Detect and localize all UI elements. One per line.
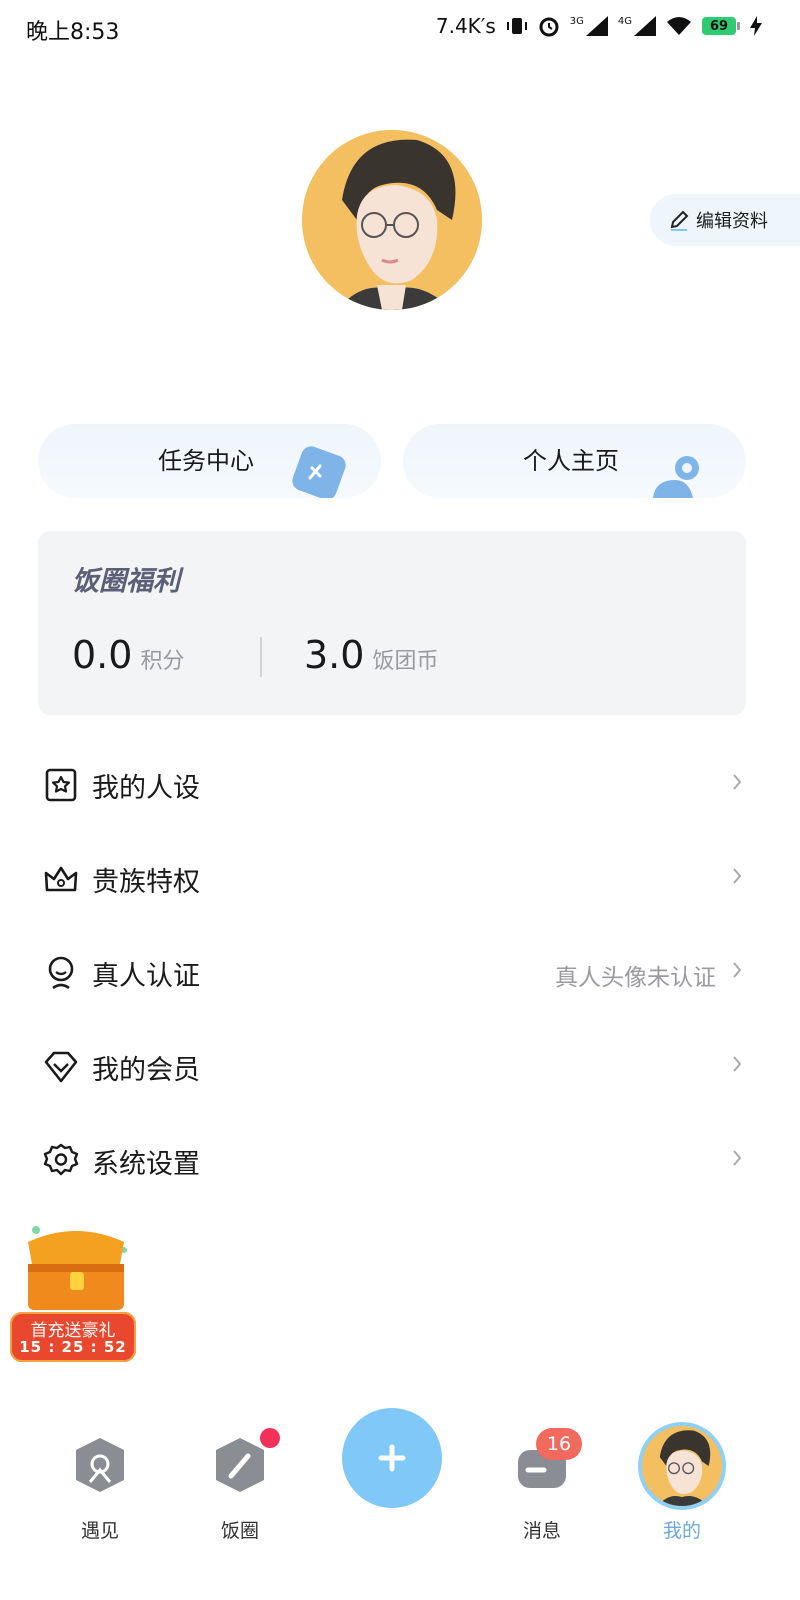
signal-3g-icon: 3G (570, 16, 608, 36)
diamond-icon (44, 1051, 78, 1083)
nav-label: 饭圈 (220, 1520, 259, 1542)
coins-unit: 饭团币 (372, 649, 439, 674)
nav-label: 遇见 (80, 1520, 119, 1542)
persona-icon (45, 768, 77, 802)
profile-avatar[interactable] (302, 130, 482, 310)
personal-homepage-card[interactable]: 个人主页 (403, 424, 746, 498)
menu-label: 系统设置 (92, 1149, 200, 1180)
chevron-right-icon (733, 962, 742, 978)
treasure-chest-icon (28, 1226, 127, 1310)
coins-value: 3.0 (304, 633, 365, 677)
promo-countdown: 15 : 25 : 52 (19, 1338, 127, 1356)
chevron-right-icon (733, 774, 742, 790)
status-icons: 7.4K′s 3G 4G 69 (436, 14, 762, 38)
chevron-right-icon (733, 1150, 742, 1166)
menu-item-persona[interactable]: 我的人设 (0, 742, 784, 836)
fan-circle-icon (216, 1438, 264, 1492)
alarm-icon (539, 17, 559, 37)
coins-stat[interactable]: 3.0 饭团币 (304, 633, 438, 677)
ticket-icon (292, 446, 346, 498)
gear-icon (43, 1143, 79, 1176)
menu-item-verification[interactable]: 真人认证 真人头像未认证 (0, 930, 784, 1024)
points-stat[interactable]: 0.0 积分 (72, 633, 184, 677)
benefits-title: 饭圈福利 (72, 566, 180, 597)
me-avatar-icon (642, 1426, 722, 1506)
face-verify-icon (48, 956, 74, 990)
message-count-badge: 16 (536, 1428, 582, 1460)
menu-item-membership[interactable]: 我的会员 (0, 1024, 784, 1118)
nav-tab-fan-circle[interactable]: 饭圈 (190, 1436, 290, 1546)
user-icon (653, 456, 699, 498)
points-unit: 积分 (140, 649, 185, 674)
chevron-right-icon (733, 1056, 742, 1072)
verification-status: 真人头像未认证 (555, 965, 716, 991)
bottom-navigation: 遇见 饭圈 消息 16 我的 (0, 1400, 784, 1568)
first-recharge-promo[interactable]: 首充送豪礼 15 : 25 : 52 (8, 1220, 142, 1366)
nav-label-me: 我的 (662, 1520, 701, 1542)
task-center-card[interactable]: 任务中心 (38, 424, 381, 498)
edit-profile-button[interactable]: 编辑资料 (650, 194, 800, 246)
wifi-icon (667, 17, 691, 35)
network-speed: 7.4K′s (435, 14, 496, 38)
avatar-illustration (302, 130, 482, 310)
menu-label: 我的人设 (92, 773, 200, 804)
personal-homepage-label: 个人主页 (523, 447, 619, 475)
status-time: 晚上8:53 (26, 20, 120, 45)
edit-profile-label: 编辑资料 (696, 211, 768, 232)
charging-icon (750, 16, 762, 36)
meet-icon (76, 1438, 124, 1492)
benefits-divider (260, 637, 262, 677)
menu-label: 贵族特权 (92, 867, 200, 898)
vibrate-icon (506, 18, 527, 34)
crown-icon (44, 866, 78, 892)
battery-icon: 69 (702, 17, 740, 35)
notification-dot (260, 1428, 280, 1448)
points-value: 0.0 (72, 633, 133, 677)
plus-icon (378, 1444, 406, 1472)
nav-label: 消息 (522, 1520, 561, 1542)
task-center-label: 任务中心 (158, 447, 254, 475)
create-post-button[interactable] (342, 1408, 442, 1508)
fan-benefits-panel[interactable]: 饭圈福利 0.0 积分 3.0 饭团币 (38, 531, 746, 715)
promo-banner[interactable]: 首充送豪礼 15 : 25 : 52 (10, 1312, 136, 1362)
pencil-icon (670, 210, 689, 231)
nav-tab-me[interactable] (642, 1426, 722, 1506)
chevron-right-icon (733, 868, 742, 884)
nav-tab-meet[interactable]: 遇见 (50, 1436, 150, 1546)
menu-label: 我的会员 (92, 1055, 200, 1086)
signal-4g-icon: 4G (618, 16, 656, 36)
menu-item-settings[interactable]: 系统设置 (0, 1118, 784, 1212)
menu-item-privilege[interactable]: 贵族特权 (0, 836, 784, 930)
menu-label: 真人认证 (92, 961, 200, 992)
